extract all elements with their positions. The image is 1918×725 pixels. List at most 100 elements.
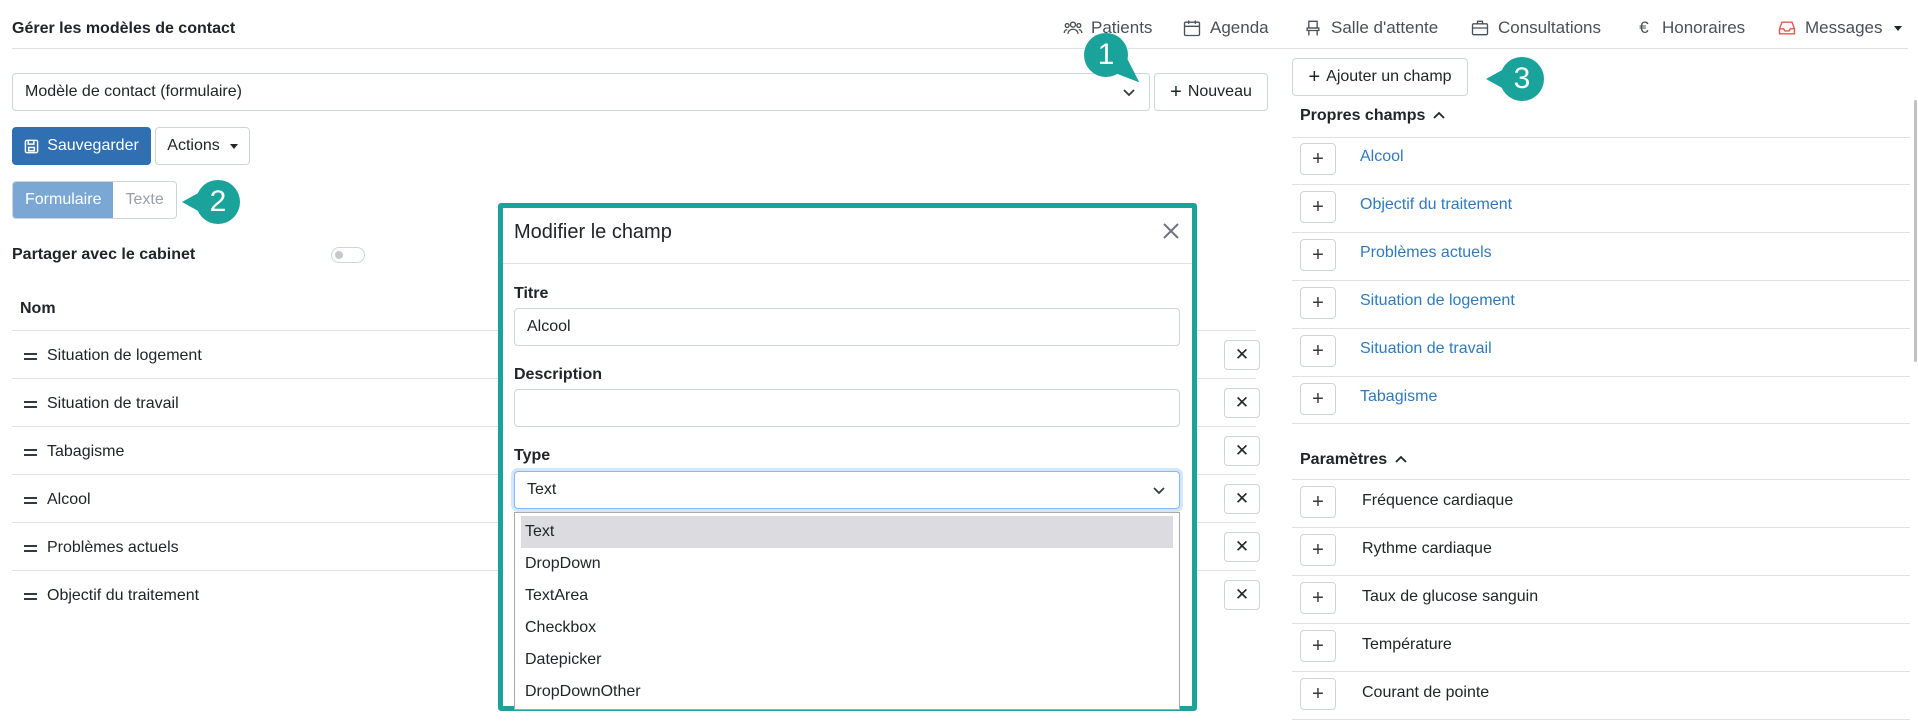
page-title: Gérer les modèles de contact	[12, 20, 236, 37]
own-field-link[interactable]: Alcool	[1360, 148, 1404, 166]
plus-icon: +	[1170, 80, 1182, 103]
add-own-field-button[interactable]: +	[1300, 335, 1336, 367]
type-option[interactable]: Datepicker	[521, 644, 1173, 676]
own-fields-header[interactable]: Propres champs	[1300, 107, 1447, 125]
add-own-field-button[interactable]: +	[1300, 191, 1336, 223]
chevron-up-icon	[1393, 452, 1409, 468]
new-template-button[interactable]: + Nouveau	[1154, 73, 1268, 111]
own-field-link[interactable]: Problèmes actuels	[1360, 244, 1492, 262]
actions-dropdown-button[interactable]: Actions	[155, 127, 250, 165]
nav-messages[interactable]: Messages	[1777, 18, 1903, 38]
mode-toggle: Formulaire Texte	[12, 181, 177, 219]
save-label: Sauvegarder	[47, 137, 139, 154]
row-label: Problèmes actuels	[47, 539, 179, 556]
parameter-label: Courant de pointe	[1362, 684, 1490, 701]
inbox-icon	[1777, 18, 1797, 38]
add-own-field-button[interactable]: +	[1300, 287, 1336, 319]
nav-agenda[interactable]: Agenda	[1182, 18, 1269, 38]
remove-row-button[interactable]: ✕	[1224, 532, 1260, 562]
nav-consultations[interactable]: Consultations	[1470, 18, 1601, 38]
remove-row-button[interactable]: ✕	[1224, 388, 1260, 418]
save-icon	[24, 139, 39, 154]
table-row[interactable]: Situation de logement	[24, 347, 202, 365]
table-row[interactable]: Problèmes actuels	[24, 539, 179, 557]
own-field-link[interactable]: Tabagisme	[1360, 388, 1437, 406]
add-own-field-button[interactable]: +	[1300, 143, 1336, 175]
modal-divider	[503, 263, 1192, 264]
table-row[interactable]: Alcool	[24, 491, 91, 509]
type-field-label: Type	[514, 447, 551, 464]
calendar-icon	[1182, 18, 1202, 38]
drag-handle-icon[interactable]	[24, 352, 37, 360]
section-title: Paramètres	[1300, 451, 1388, 468]
mode-text-tab[interactable]: Texte	[113, 182, 176, 218]
table-row[interactable]: Tabagisme	[24, 443, 124, 461]
caret-down-icon	[229, 143, 238, 149]
type-select[interactable]: Text	[514, 471, 1180, 509]
type-option[interactable]: Text	[521, 516, 1173, 548]
add-own-field-button[interactable]: +	[1300, 383, 1336, 415]
parameter-label: Fréquence cardiaque	[1362, 492, 1514, 509]
new-template-label: Nouveau	[1187, 83, 1252, 100]
panel-divider	[1292, 184, 1910, 185]
add-parameter-button[interactable]: +	[1300, 486, 1336, 518]
nav-honoraires[interactable]: € Honoraires	[1634, 18, 1745, 38]
parameters-header[interactable]: Paramètres	[1300, 451, 1409, 469]
drag-handle-icon[interactable]	[24, 400, 37, 408]
actions-label: Actions	[167, 137, 220, 154]
own-field-link[interactable]: Situation de logement	[1360, 292, 1515, 310]
nav-label: Consultations	[1498, 18, 1602, 37]
add-own-field-button[interactable]: +	[1300, 239, 1336, 271]
add-field-button[interactable]: + Ajouter un champ	[1292, 58, 1468, 96]
mode-form-tab[interactable]: Formulaire	[13, 182, 114, 218]
template-select-value: Modèle de contact (formulaire)	[25, 83, 242, 100]
panel-divider	[1292, 423, 1910, 424]
remove-row-button[interactable]: ✕	[1224, 484, 1260, 514]
remove-row-button[interactable]: ✕	[1224, 436, 1260, 466]
nav-waiting-room[interactable]: Salle d'attente	[1303, 18, 1438, 38]
remove-row-button[interactable]: ✕	[1224, 340, 1260, 370]
briefcase-icon	[1470, 18, 1490, 38]
table-row[interactable]: Objectif du traitement	[24, 587, 199, 605]
close-icon[interactable]	[1158, 216, 1184, 246]
remove-row-button[interactable]: ✕	[1224, 580, 1260, 610]
users-icon	[1063, 18, 1083, 38]
section-title: Propres champs	[1300, 107, 1426, 124]
template-select[interactable]: Modèle de contact (formulaire)	[12, 73, 1150, 111]
drag-handle-icon[interactable]	[24, 592, 37, 600]
panel-divider	[1292, 671, 1910, 672]
drag-handle-icon[interactable]	[24, 448, 37, 456]
add-parameter-button[interactable]: +	[1300, 630, 1336, 662]
add-parameter-button[interactable]: +	[1300, 534, 1336, 566]
right-panel-scrollbar[interactable]	[1914, 100, 1917, 362]
type-option[interactable]: TextArea	[521, 580, 1173, 612]
panel-divider	[1292, 623, 1910, 624]
save-button[interactable]: Sauvegarder	[12, 127, 151, 165]
title-field-input[interactable]: Alcool	[514, 308, 1180, 346]
add-parameter-button[interactable]: +	[1300, 582, 1336, 614]
own-field-link[interactable]: Situation de travail	[1360, 340, 1492, 358]
row-label: Situation de logement	[47, 347, 202, 364]
nav-label: Honoraires	[1662, 18, 1746, 37]
row-label: Objectif du traitement	[47, 587, 200, 604]
title-field-label: Titre	[514, 285, 549, 302]
add-parameter-button[interactable]: +	[1300, 678, 1336, 710]
parameter-label: Rythme cardiaque	[1362, 540, 1492, 557]
plus-icon: +	[1308, 65, 1321, 88]
row-label: Alcool	[47, 491, 91, 508]
column-header-name: Nom	[20, 300, 56, 317]
share-toggle[interactable]	[331, 247, 365, 263]
panel-divider	[1292, 232, 1910, 233]
drag-handle-icon[interactable]	[24, 544, 37, 552]
parameter-label: Température	[1362, 636, 1452, 653]
callout-badge: 3	[1500, 57, 1544, 101]
chevron-down-icon	[1151, 482, 1167, 498]
own-field-link[interactable]: Objectif du traitement	[1360, 196, 1512, 214]
type-option[interactable]: DropDownOther	[521, 676, 1173, 708]
table-row[interactable]: Situation de travail	[24, 395, 179, 413]
type-option[interactable]: DropDown	[521, 548, 1173, 580]
description-field-input[interactable]	[514, 389, 1180, 427]
drag-handle-icon[interactable]	[24, 496, 37, 504]
callout-1: 1	[1084, 33, 1147, 90]
type-option[interactable]: Checkbox	[521, 612, 1173, 644]
